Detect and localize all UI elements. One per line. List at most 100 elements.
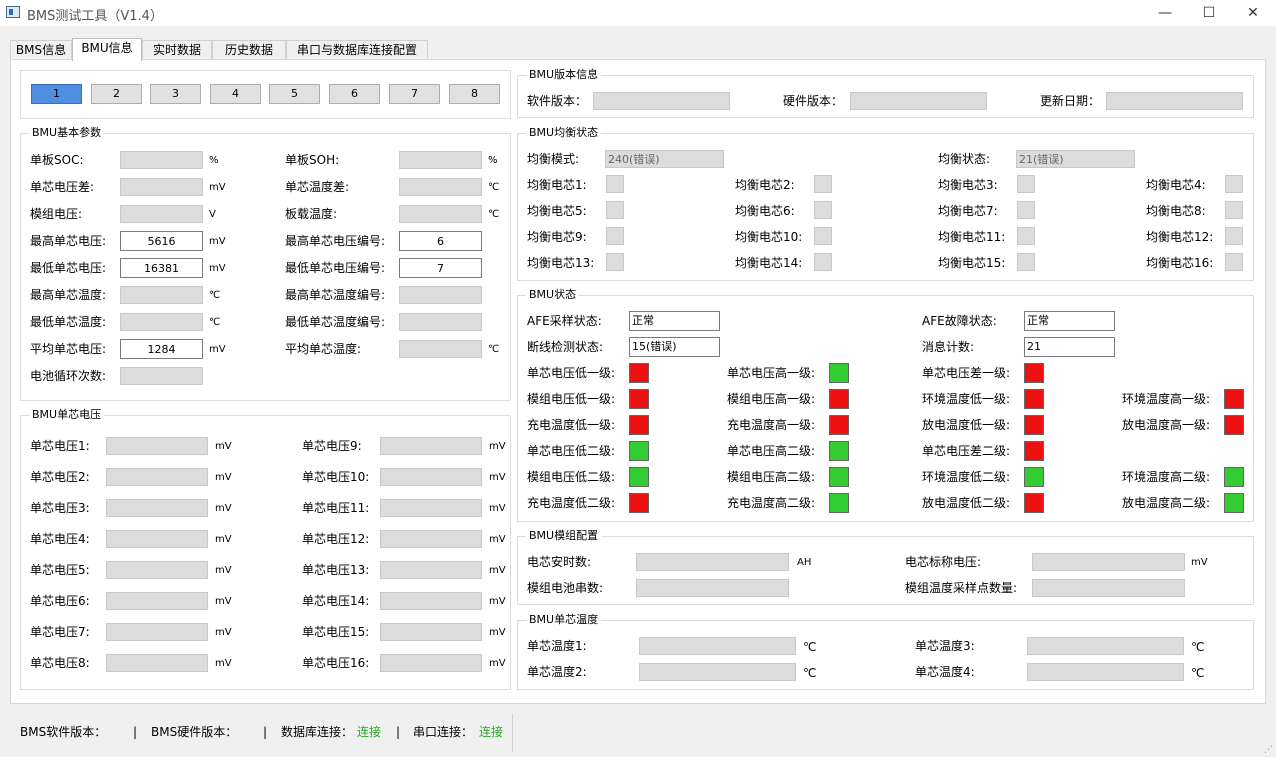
cell-voltage-field[interactable]: [380, 437, 482, 455]
cell-voltage-field[interactable]: [106, 530, 208, 548]
cell-voltage-field[interactable]: [380, 654, 482, 672]
cell-voltage-unit: mV: [489, 441, 506, 452]
cell-voltage-field[interactable]: [106, 623, 208, 641]
module-button-8[interactable]: 8: [449, 84, 500, 104]
minv-idx-field[interactable]: 7: [399, 258, 482, 278]
resize-grip-icon[interactable]: ⋰: [1264, 745, 1274, 755]
alarm-indicator: [629, 415, 649, 435]
soc-label: 单板SOC:: [30, 153, 84, 167]
avgt-field[interactable]: [399, 340, 482, 358]
cell-temp-field[interactable]: [639, 663, 796, 681]
nominal-voltage-field[interactable]: [1032, 553, 1185, 571]
update-date-field[interactable]: [1106, 92, 1243, 110]
bmu-status-title: BMU状态: [526, 288, 580, 302]
cycles-field[interactable]: [120, 367, 203, 385]
cell-temp-field[interactable]: [639, 637, 796, 655]
boardt-field[interactable]: [399, 205, 482, 223]
alarm-indicator: [829, 441, 849, 461]
break-detect-field[interactable]: 15(错误): [629, 337, 720, 357]
cell-voltage-unit: mV: [489, 627, 506, 638]
alarm-label: 放电温度高二级:: [1122, 496, 1211, 510]
tab-history-data[interactable]: 历史数据: [212, 40, 286, 60]
module-button-3[interactable]: 3: [150, 84, 201, 104]
cell-voltage-label: 单芯电压13:: [302, 563, 370, 577]
tab-bms-info[interactable]: BMS信息: [10, 40, 72, 60]
balance-cell-label: 均衡电芯6:: [735, 204, 795, 218]
alarm-indicator: [629, 441, 649, 461]
cell-voltage-field[interactable]: [380, 592, 482, 610]
module-button-7[interactable]: 7: [389, 84, 440, 104]
vdiff-unit: mV: [209, 182, 226, 193]
vdiff-field[interactable]: [120, 178, 203, 196]
minv-field[interactable]: 16381: [120, 258, 203, 278]
mint-label: 最低单芯温度:: [30, 315, 107, 329]
mint-field[interactable]: [120, 313, 203, 331]
close-button[interactable]: ✕: [1230, 0, 1276, 26]
cell-voltage-unit: mV: [489, 565, 506, 576]
balance-cell-label: 均衡电芯11:: [938, 230, 1006, 244]
balance-cell-indicator: [814, 201, 832, 219]
minimize-button[interactable]: —: [1142, 0, 1188, 26]
module-button-2[interactable]: 2: [91, 84, 142, 104]
maxv-field[interactable]: 5616: [120, 231, 203, 251]
cell-voltage-field[interactable]: [380, 561, 482, 579]
cell-voltage-field[interactable]: [380, 623, 482, 641]
afe-sample-field[interactable]: 正常: [629, 311, 720, 331]
maxt-idx-field[interactable]: [399, 286, 482, 304]
maxt-label: 最高单芯温度:: [30, 288, 107, 302]
cell-ah-field[interactable]: [636, 553, 789, 571]
avgt-unit: ℃: [488, 344, 500, 355]
balance-cell-label: 均衡电芯9:: [527, 230, 587, 244]
db-connection-label: 数据库连接：: [281, 725, 354, 739]
module-button-6[interactable]: 6: [329, 84, 380, 104]
tab-bmu-info[interactable]: BMU信息: [72, 38, 142, 61]
maximize-button[interactable]: ☐: [1186, 0, 1232, 26]
tab-realtime-data[interactable]: 实时数据: [142, 40, 212, 60]
cell-voltage-label: 单芯电压11:: [302, 501, 370, 515]
maxv-label: 最高单芯电压:: [30, 234, 107, 248]
maxt-field[interactable]: [120, 286, 203, 304]
tdiff-field[interactable]: [399, 178, 482, 196]
module-config-title: BMU模组配置: [526, 529, 602, 543]
alarm-indicator: [829, 493, 849, 513]
balance-state-field[interactable]: 21(错误): [1016, 150, 1135, 168]
hardware-version-field[interactable]: [850, 92, 987, 110]
basic-params-title: BMU基本参数: [29, 126, 105, 140]
cell-voltage-field[interactable]: [106, 468, 208, 486]
module-button-1[interactable]: 1: [31, 84, 82, 104]
alarm-label: 充电温度低一级:: [527, 418, 616, 432]
soc-field[interactable]: [120, 151, 203, 169]
afe-fault-field[interactable]: 正常: [1024, 311, 1115, 331]
mint-idx-field[interactable]: [399, 313, 482, 331]
module-button-5[interactable]: 5: [269, 84, 320, 104]
balance-mode-field[interactable]: 240(错误): [605, 150, 724, 168]
cell-voltage-field[interactable]: [106, 592, 208, 610]
cell-voltage-unit: mV: [215, 472, 232, 483]
cell-voltage-field[interactable]: [106, 561, 208, 579]
tab-serial-db-config[interactable]: 串口与数据库连接配置: [286, 40, 428, 60]
balance-cell-label: 均衡电芯13:: [527, 256, 595, 270]
cell-voltage-field[interactable]: [380, 530, 482, 548]
cell-voltage-field[interactable]: [106, 654, 208, 672]
cell-voltage-field[interactable]: [380, 468, 482, 486]
cell-voltage-field[interactable]: [106, 437, 208, 455]
cell-temp-field[interactable]: [1027, 663, 1184, 681]
software-version-field[interactable]: [593, 92, 730, 110]
avgv-field[interactable]: 1284: [120, 339, 203, 359]
cell-voltage-field[interactable]: [380, 499, 482, 517]
msg-count-field[interactable]: 21: [1024, 337, 1115, 357]
cell-voltage-field[interactable]: [106, 499, 208, 517]
module-button-4[interactable]: 4: [210, 84, 261, 104]
balance-mode-label: 均衡模式:: [527, 152, 580, 166]
cell-voltage-label: 单芯电压4:: [30, 532, 90, 546]
alarm-label: 放电温度高一级:: [1122, 418, 1211, 432]
cell-voltage-unit: mV: [489, 534, 506, 545]
modv-field[interactable]: [120, 205, 203, 223]
temp-sample-count-field[interactable]: [1032, 579, 1185, 597]
cell-voltage-unit: mV: [489, 503, 506, 514]
cell-temp-field[interactable]: [1027, 637, 1184, 655]
series-count-field[interactable]: [636, 579, 789, 597]
balance-cell-indicator: [1017, 175, 1035, 193]
maxv-idx-field[interactable]: 6: [399, 231, 482, 251]
soh-field[interactable]: [399, 151, 482, 169]
